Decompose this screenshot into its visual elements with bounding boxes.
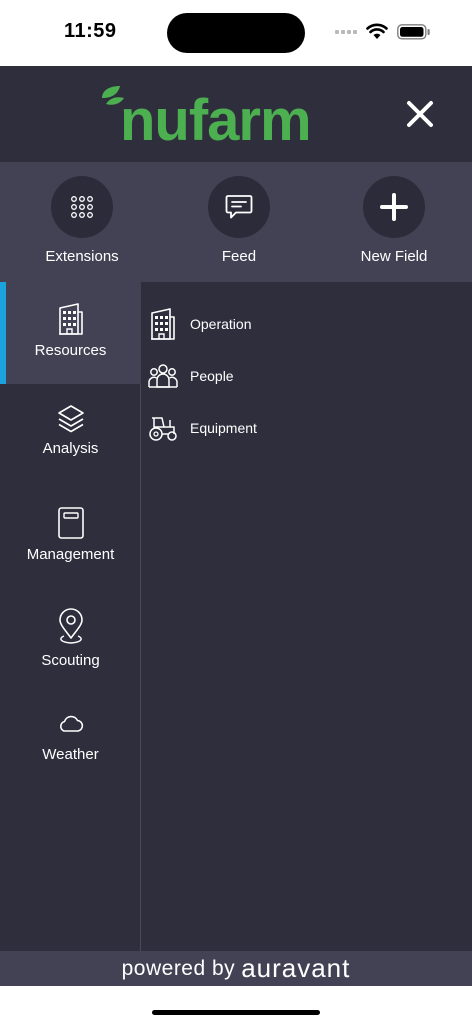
quick-actions-bar: Extensions Feed New Field	[0, 162, 472, 282]
res-icon-wrap	[148, 361, 178, 391]
nav-label-management: Management	[26, 546, 115, 563]
menu-header: nufarm	[0, 66, 472, 162]
map-pin-icon	[58, 608, 83, 644]
new-field-button[interactable]: New Field	[334, 176, 454, 276]
dynamic-island	[167, 13, 305, 53]
building-icon	[58, 303, 83, 335]
powered-by-text: powered by	[121, 956, 236, 980]
new-field-label: New Field	[360, 248, 428, 265]
building-icon	[151, 308, 175, 340]
resource-item-people[interactable]: People	[148, 356, 468, 396]
resource-label-people: People	[190, 368, 234, 384]
nav-item-resources[interactable]: Resources	[0, 282, 141, 384]
feed-label: Feed	[221, 248, 257, 265]
home-area	[0, 986, 472, 1024]
extensions-button[interactable]: Extensions	[22, 176, 142, 276]
resource-item-equipment[interactable]: Equipment	[148, 408, 468, 448]
battery-icon	[397, 24, 430, 40]
nav-item-analysis[interactable]: Analysis	[0, 384, 141, 486]
new-field-circle	[363, 176, 425, 238]
extensions-label: Extensions	[45, 248, 119, 265]
nav-item-scouting[interactable]: Scouting	[0, 588, 141, 690]
feed-circle	[208, 176, 270, 238]
notebook-icon	[57, 507, 84, 539]
feed-button[interactable]: Feed	[179, 176, 299, 276]
extensions-circle	[51, 176, 113, 238]
home-indicator[interactable]	[152, 1010, 320, 1015]
nav-label-weather: Weather	[42, 746, 99, 763]
powered-by-footer: powered by auravant	[0, 951, 472, 986]
nav-item-weather[interactable]: Weather	[0, 690, 141, 792]
status-time: 11:59	[64, 20, 117, 42]
nufarm-logo: nufarm	[102, 86, 312, 146]
status-bar: 11:59	[0, 0, 472, 66]
res-icon-wrap	[148, 308, 178, 340]
cellular-signal-icon	[335, 30, 357, 34]
resource-item-operation[interactable]: Operation	[148, 304, 468, 344]
side-menu: nufarm Extensions Feed New Field Resourc…	[0, 66, 472, 986]
cloud-icon	[59, 715, 83, 732]
nav-item-management[interactable]: Management	[0, 486, 141, 588]
tractor-icon	[149, 417, 177, 441]
nav-label-analysis: Analysis	[42, 440, 99, 457]
chat-icon	[225, 195, 253, 219]
layers-icon	[57, 405, 84, 433]
auravant-logo: auravant	[241, 953, 351, 983]
active-indicator	[0, 282, 6, 384]
resource-label-equipment: Equipment	[190, 420, 257, 436]
resources-panel: Operation People Equipment	[142, 282, 472, 951]
resource-label-operation: Operation	[190, 316, 252, 332]
res-icon-wrap	[148, 413, 178, 443]
close-button[interactable]	[400, 94, 440, 134]
wifi-icon	[366, 23, 388, 39]
category-nav: Resources Analysis Management Scouting W…	[0, 282, 141, 951]
nav-label-resources: Resources	[34, 342, 107, 359]
grid-dots-icon	[71, 196, 93, 218]
people-icon	[148, 364, 178, 388]
logo-text: nufarm	[120, 88, 311, 146]
plus-icon	[380, 193, 408, 221]
nav-label-scouting: Scouting	[41, 652, 100, 669]
